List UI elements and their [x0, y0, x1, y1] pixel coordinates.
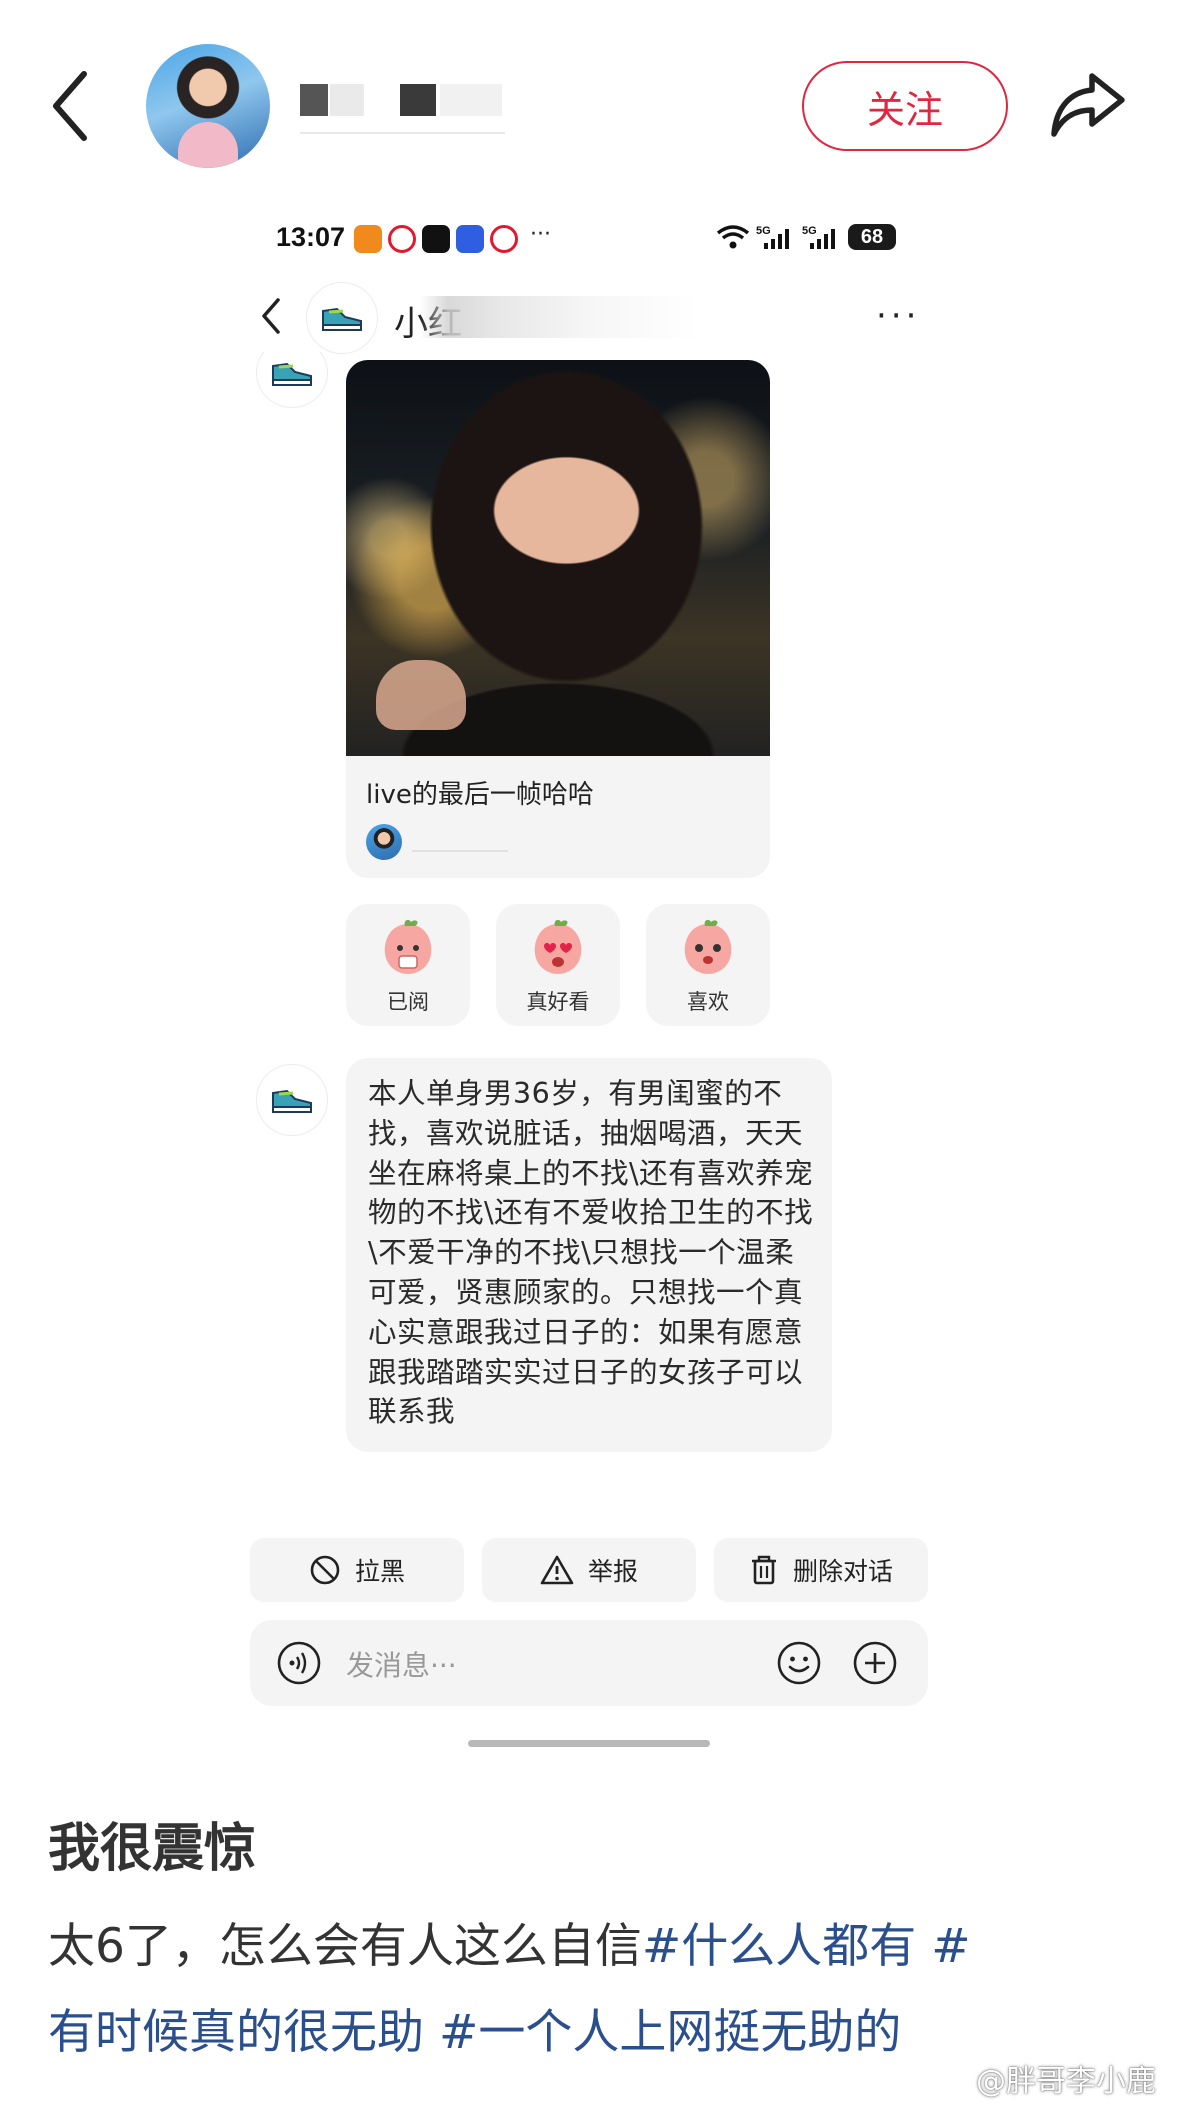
trash-icon: [751, 1555, 776, 1585]
reaction-good-looking-button[interactable]: 真好看: [496, 904, 620, 1026]
svg-text:5G: 5G: [802, 225, 817, 237]
watermark: @胖哥李小鹿: [936, 2056, 1156, 2100]
weibo-icon: [388, 225, 416, 253]
app-notification-icon: [456, 225, 484, 253]
emoji-icon[interactable]: [776, 1640, 822, 1686]
hashtag[interactable]: #什么人都有 #: [642, 1919, 971, 1974]
post-body: 太6了，怎么会有人这么自信#什么人都有 # 有时候真的很无助 #一个人上网挺无助的: [48, 1904, 1138, 2076]
voice-icon[interactable]: [276, 1640, 322, 1686]
sender-avatar[interactable]: [256, 352, 328, 408]
signal-5g-icon: 5G: [756, 225, 789, 249]
app-notification-icon: [422, 225, 450, 253]
message-bubble[interactable]: 本人单身男36岁，有男闺蜜的不找，喜欢说脏话，抽烟喝酒，天天坐在麻将桌上的不找\…: [346, 1058, 832, 1453]
sneaker-icon: [272, 1089, 312, 1113]
weibo-logo-icon: [936, 2066, 969, 2092]
note-author-avatar: [366, 824, 402, 860]
author-name-redacted[interactable]: [300, 80, 505, 134]
peach-smile-emoji-icon: [684, 919, 732, 974]
reaction-read-button[interactable]: 已阅: [346, 904, 470, 1026]
note-caption: live的最后一帧哈哈: [366, 780, 594, 810]
shared-note-card[interactable]: live的最后一帧哈哈: [346, 360, 770, 878]
warning-icon: [540, 1555, 574, 1585]
message-input-bar[interactable]: 发消息···: [250, 1620, 928, 1706]
block-label: 拉黑: [354, 1557, 405, 1586]
wifi-icon: [716, 225, 750, 249]
report-button[interactable]: 举报: [482, 1538, 696, 1602]
peach-heart-eyes-emoji-icon: [534, 919, 582, 974]
report-label: 举报: [587, 1557, 638, 1586]
post-title: 我很震惊: [48, 1819, 257, 1879]
hashtag[interactable]: 有时候真的很无助: [48, 2005, 424, 2060]
reaction-label: 真好看: [526, 990, 590, 1014]
chat-more-button[interactable]: ···: [876, 296, 920, 336]
signal-5g-icon: 5G: [802, 225, 835, 249]
share-icon[interactable]: [1048, 68, 1128, 140]
chat-back-button[interactable]: [258, 296, 284, 336]
status-right-icons: 5G 5G 68: [716, 222, 896, 252]
svg-text:5G: 5G: [756, 225, 771, 237]
plus-icon[interactable]: [852, 1640, 898, 1686]
block-icon: [310, 1555, 340, 1585]
block-button[interactable]: 拉黑: [250, 1538, 464, 1602]
reaction-label: 喜欢: [687, 990, 729, 1014]
app-notification-icon: [354, 225, 382, 253]
post-body-text: 太6了，怎么会有人这么自信: [48, 1919, 642, 1974]
note-author-name-redacted: [412, 850, 508, 852]
home-indicator: [468, 1740, 710, 1747]
weibo-icon: [490, 225, 518, 253]
chat-contact-avatar[interactable]: [306, 282, 378, 354]
delete-conversation-button[interactable]: 删除对话: [714, 1538, 928, 1602]
reaction-like-button[interactable]: 喜欢: [646, 904, 770, 1026]
hashtag[interactable]: #一个人上网挺无助的: [424, 2005, 901, 2060]
delete-label: 删除对话: [792, 1557, 893, 1586]
notification-icons: [354, 224, 518, 254]
watermark-text: @胖哥李小鹿: [976, 2064, 1156, 2099]
battery-indicator: 68: [848, 224, 896, 250]
author-avatar[interactable]: [146, 44, 270, 168]
message-input[interactable]: 发消息···: [346, 1644, 457, 1684]
note-photo[interactable]: [346, 360, 770, 756]
name-blur-redaction: [420, 296, 700, 338]
back-button[interactable]: [48, 66, 96, 146]
follow-button[interactable]: 关注: [802, 61, 1008, 151]
peach-emoji-icon: [384, 919, 432, 974]
status-more: ···: [530, 222, 551, 247]
sneaker-icon: [272, 362, 312, 386]
reaction-label: 已阅: [387, 990, 429, 1014]
sender-avatar[interactable]: [256, 1064, 328, 1136]
sneaker-icon: [322, 307, 362, 331]
status-time: 13:07: [276, 222, 346, 252]
